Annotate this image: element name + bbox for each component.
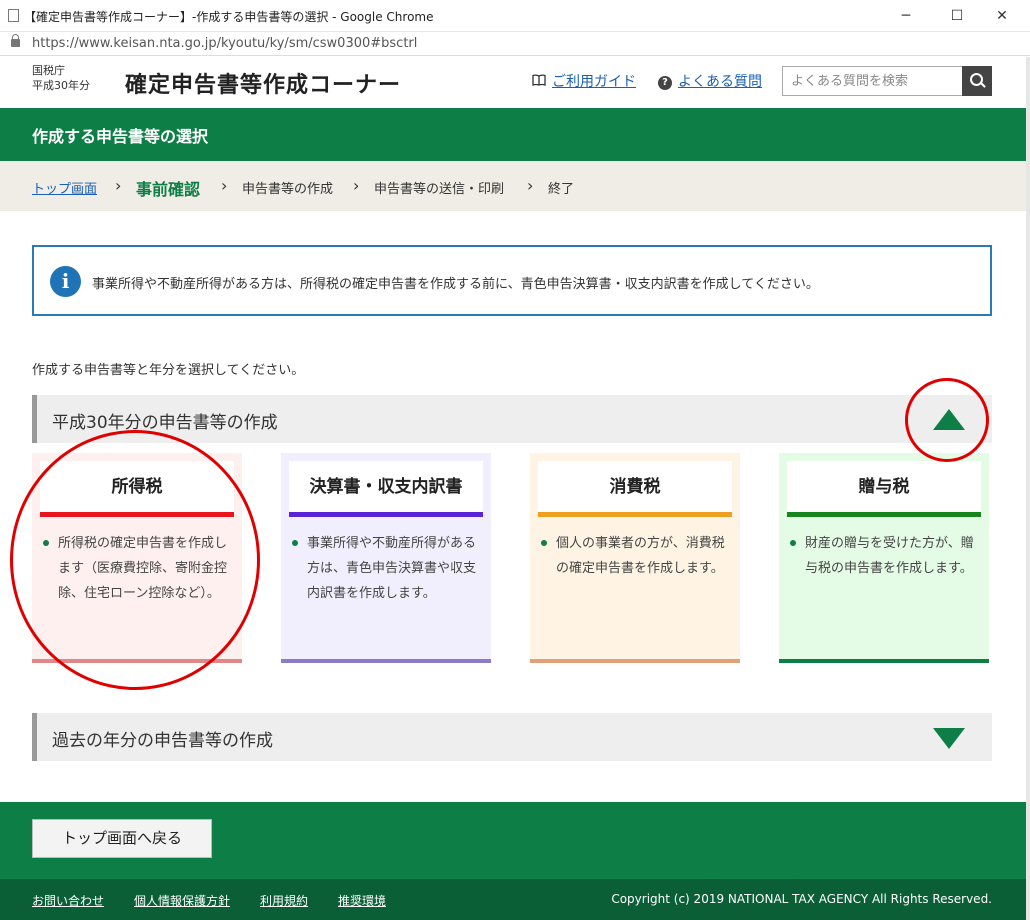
card-description: 事業所得や不動産所得がある方は、青色申告決算書や収支内訳書を作成します。 — [289, 531, 485, 606]
breadcrumb-separator: › — [221, 176, 228, 195]
url-text[interactable]: https://www.keisan.nta.go.jp/kyoutu/ky/s… — [32, 36, 417, 51]
footer-action-band: トップ画面へ戻る — [0, 802, 1026, 879]
site-title: 確定申告書等作成コーナー — [125, 73, 402, 98]
search-button[interactable] — [962, 66, 992, 96]
address-bar[interactable]: https://www.keisan.nta.go.jp/kyoutu/ky/s… — [0, 32, 1030, 56]
section-current-label: 平成30年分の申告書等の作成 — [52, 413, 278, 433]
section-current-year[interactable]: 平成30年分の申告書等の作成 — [32, 395, 992, 443]
minimize-button[interactable]: ─ — [888, 4, 924, 28]
breadcrumb-step-send: 申告書等の送信・印刷 — [374, 182, 505, 197]
page-heading: 作成する申告書等の選択 — [32, 127, 209, 146]
agency-name: 国税庁 — [32, 64, 65, 77]
card-settlement[interactable]: 決算書・収支内訳書 事業所得や不動産所得がある方は、青色申告決算書や収支内訳書を… — [281, 453, 491, 663]
section-past-label: 過去の年分の申告書等の作成 — [52, 731, 273, 751]
breadcrumb-current: 事前確認 — [136, 180, 201, 199]
breadcrumb: トップ画面 › 事前確認 › 申告書等の作成 › 申告書等の送信・印刷 › 終了 — [0, 161, 1026, 211]
info-message: 事業所得や不動産所得がある方は、所得税の確定申告書を作成する前に、青色申告決算書… — [92, 277, 819, 292]
window-titlebar: 【確定申告書等作成コーナー】-作成する申告書等の選択 - Google Chro… — [0, 0, 1030, 32]
guide-link-label[interactable]: ご利用ガイド — [552, 74, 636, 90]
card-description: 所得税の確定申告書を作成します（医療費控除、寄附金控除、住宅ローン控除など）。 — [40, 531, 236, 606]
copyright: Copyright (c) 2019 NATIONAL TAX AGENCY A… — [611, 892, 992, 906]
help-icon: ? — [658, 76, 672, 90]
lock-icon — [11, 34, 20, 47]
footer-link-contact[interactable]: お問い合わせ — [32, 892, 104, 909]
footer-link-environment[interactable]: 推奨環境 — [338, 892, 386, 909]
card-title[interactable]: 消費税 — [538, 461, 732, 517]
back-to-top-button[interactable]: トップ画面へ戻る — [32, 819, 212, 858]
card-title[interactable]: 贈与税 — [787, 461, 981, 517]
card-income-tax[interactable]: 所得税 所得税の確定申告書を作成します（医療費控除、寄附金控除、住宅ローン控除な… — [32, 453, 242, 663]
card-description: 個人の事業者の方が、消費税の確定申告書を作成します。 — [538, 531, 734, 581]
close-button[interactable]: ✕ — [984, 4, 1020, 28]
faq-link[interactable]: ? よくある質問 — [658, 71, 762, 91]
guide-link[interactable]: ご利用ガイド — [532, 71, 636, 91]
collapse-triangle-icon[interactable] — [933, 409, 965, 430]
breadcrumb-separator: › — [527, 176, 534, 195]
page: 国税庁 平成30年分 確定申告書等作成コーナー ご利用ガイド ? よくある質問 作… — [0, 57, 1026, 920]
card-bottom-bar — [32, 659, 242, 663]
vertical-scrollbar[interactable] — [1026, 57, 1030, 920]
page-heading-band: 作成する申告書等の選択 — [0, 108, 1026, 161]
breadcrumb-top-link[interactable]: トップ画面 — [32, 178, 97, 197]
agency-block: 国税庁 平成30年分 — [32, 63, 90, 93]
section-past-years[interactable]: 過去の年分の申告書等の作成 — [32, 713, 992, 761]
breadcrumb-step-create: 申告書等の作成 — [242, 182, 334, 197]
form-cards: 所得税 所得税の確定申告書を作成します（医療費控除、寄附金控除、住宅ローン控除な… — [32, 453, 992, 663]
book-icon — [532, 74, 548, 90]
tax-year: 平成30年分 — [32, 79, 90, 92]
breadcrumb-separator: › — [353, 176, 360, 195]
card-gift-tax[interactable]: 贈与税 財産の贈与を受けた方が、贈与税の申告書を作成します。 — [779, 453, 989, 663]
faq-search-input[interactable] — [782, 66, 963, 96]
card-bottom-bar — [779, 659, 989, 663]
footer-links: お問い合わせ 個人情報保護方針 利用規約 推奨環境 Copyright (c) … — [0, 879, 1026, 920]
footer-link-terms[interactable]: 利用規約 — [260, 892, 308, 909]
card-description: 財産の贈与を受けた方が、贈与税の申告書を作成します。 — [787, 531, 983, 581]
info-icon: i — [50, 266, 81, 297]
lead-text: 作成する申告書等と年分を選択してください。 — [32, 363, 305, 378]
info-notice: i 事業所得や不動産所得がある方は、所得税の確定申告書を作成する前に、青色申告決… — [32, 245, 992, 316]
breadcrumb-step-end: 終了 — [548, 182, 575, 197]
card-consumption-tax[interactable]: 消費税 個人の事業者の方が、消費税の確定申告書を作成します。 — [530, 453, 740, 663]
card-title[interactable]: 所得税 — [40, 461, 234, 517]
footer-link-privacy[interactable]: 個人情報保護方針 — [134, 892, 230, 909]
site-header: 国税庁 平成30年分 確定申告書等作成コーナー ご利用ガイド ? よくある質問 — [0, 57, 1026, 108]
maximize-button[interactable]: ☐ — [939, 4, 975, 28]
expand-triangle-icon[interactable] — [933, 728, 965, 749]
breadcrumb-separator: › — [115, 176, 122, 195]
card-bottom-bar — [530, 659, 740, 663]
card-bottom-bar — [281, 659, 491, 663]
window-title: 【確定申告書等作成コーナー】-作成する申告書等の選択 - Google Chro… — [24, 10, 434, 24]
page-icon — [8, 9, 19, 22]
faq-link-label[interactable]: よくある質問 — [678, 74, 762, 90]
card-title[interactable]: 決算書・収支内訳書 — [289, 461, 483, 517]
